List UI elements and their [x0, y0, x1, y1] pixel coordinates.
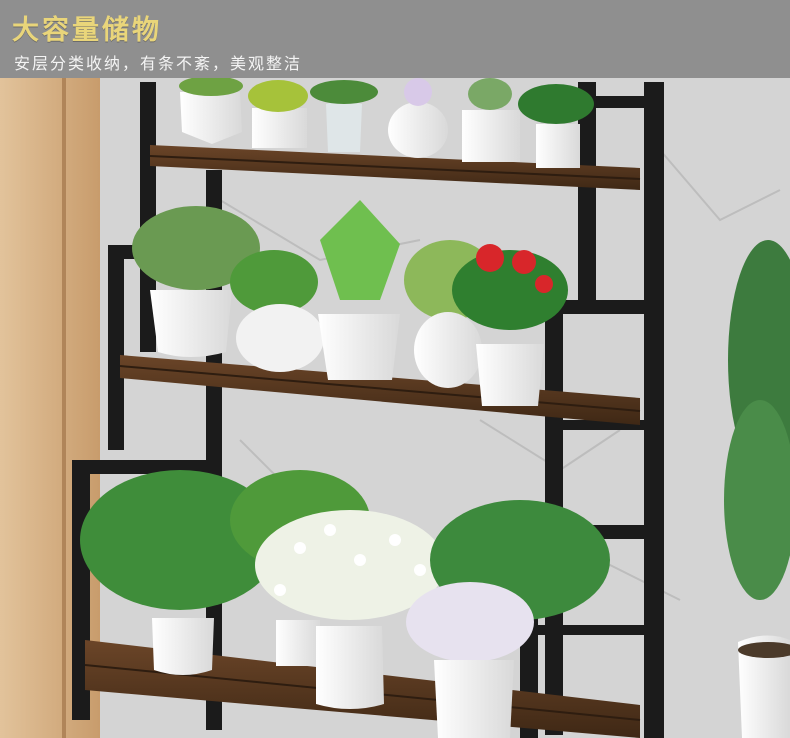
banner-title: 大容量储物	[12, 15, 162, 46]
banner-subtitle: 安层分类收纳，有条不紊，美观整洁	[14, 54, 303, 73]
plant-shelf-photo	[0, 76, 790, 738]
product-image: 大容量储物 安层分类收纳，有条不紊，美观整洁	[0, 0, 790, 738]
banner: 大容量储物 安层分类收纳，有条不紊，美观整洁	[0, 0, 790, 78]
